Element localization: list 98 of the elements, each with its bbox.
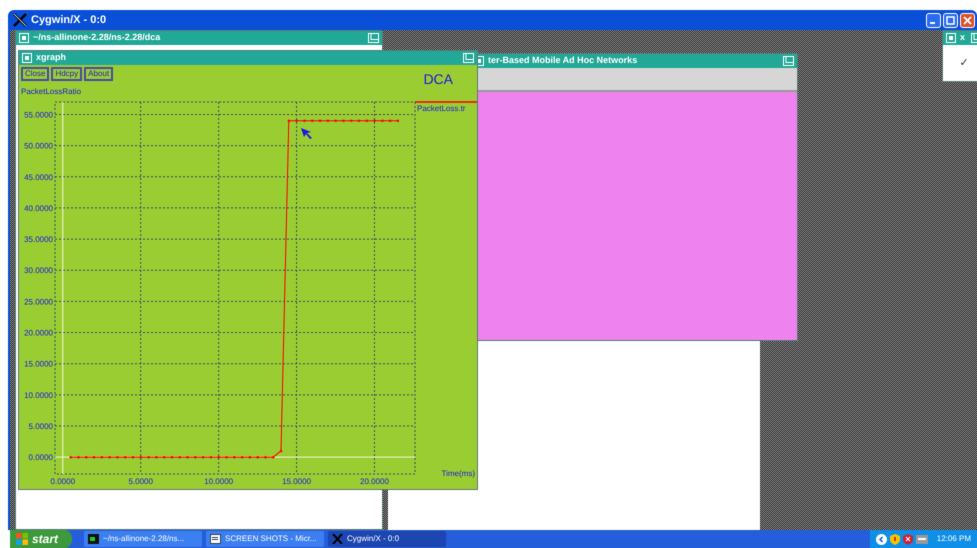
data-point (100, 456, 103, 458)
clock-face: ✓ (960, 56, 968, 71)
data-point (70, 456, 72, 458)
window-title: xgraph (36, 51, 66, 64)
clock-text: 12:06 PM (936, 533, 971, 545)
maximize-icon[interactable] (946, 16, 955, 24)
tick-label: 20.0000 (360, 477, 389, 486)
axis-label: PacketLossRatio (20, 86, 82, 98)
data-point (170, 456, 174, 458)
tick-label: 0.0000 (50, 477, 76, 486)
taskbar-button[interactable]: ~/ns-allinone-2.28/ns... (84, 531, 202, 547)
maximize-icon[interactable] (368, 33, 379, 43)
data-point (366, 120, 368, 122)
tick-label: 55.0000 (24, 110, 53, 120)
data-point (389, 120, 392, 122)
monitor-icon[interactable] (916, 534, 928, 544)
data-point (77, 456, 80, 458)
data-point (296, 120, 298, 122)
shield-icon[interactable] (890, 534, 900, 544)
data-point (396, 120, 400, 122)
data-point (373, 120, 376, 122)
tick-label: 10.0000 (24, 390, 53, 400)
document-icon (210, 534, 222, 544)
tick-label: 40.0000 (24, 204, 53, 213)
tick-label: 25.0000 (24, 297, 53, 306)
data-point (318, 120, 322, 122)
tick-label: 5.0000 (128, 477, 153, 486)
data-point (350, 120, 352, 122)
data-point (280, 450, 282, 452)
tick-label: 35.0000 (24, 235, 53, 244)
chart-title: DCA (423, 70, 453, 89)
toolbar-button[interactable]: Hdcpy (51, 67, 82, 81)
data-point (116, 456, 119, 458)
tick-label: 10.0000 (204, 477, 234, 486)
tick-label: 20.0000 (24, 328, 53, 338)
legend-line (415, 101, 477, 103)
data-point (194, 456, 196, 458)
window-title: x (960, 31, 966, 44)
data-point (358, 120, 360, 122)
x-logo-icon (332, 534, 344, 544)
data-point (264, 456, 267, 458)
tick-label: 15.0000 (282, 477, 312, 486)
data-point (132, 456, 134, 458)
data-point (241, 456, 244, 458)
tick-label: 45.0000 (24, 172, 53, 182)
window-title: ter-Based Mobile Ad Hoc Networks (488, 54, 638, 68)
data-point (85, 456, 88, 458)
data-point (272, 456, 274, 458)
data-point (303, 120, 306, 122)
toolbar-button[interactable]: Close (21, 67, 50, 81)
data-point (148, 456, 150, 458)
tick-label: 30.0000 (24, 266, 53, 276)
data-point (311, 120, 314, 122)
data-point (210, 456, 212, 458)
window-title: Cygwin/X - 0:0 (31, 12, 106, 28)
taskbar-button[interactable]: Cygwin/X - 0:0 (328, 531, 446, 547)
window-menu-icon[interactable] (946, 33, 956, 43)
maximize-button[interactable] (943, 12, 958, 28)
data-point (334, 120, 337, 122)
toolbar-button[interactable]: About (84, 67, 114, 81)
data-point (202, 456, 204, 458)
data-point (326, 120, 329, 122)
tick-label: 5.0000 (28, 422, 53, 432)
axis-label: Time(ms) (442, 469, 475, 478)
terminal-icon (88, 534, 100, 544)
minimize-button[interactable] (926, 12, 941, 28)
window-title: ~/ns-allinone-2.28/ns-2.28/dca (33, 31, 160, 44)
legend-label: PacketLoss.tr (417, 104, 466, 113)
data-point (124, 456, 126, 458)
tick-label: 50.0000 (24, 142, 53, 151)
pointer-icon (301, 128, 312, 139)
data-point (248, 456, 251, 458)
data-point (288, 120, 290, 122)
data-point (256, 456, 259, 458)
start-button[interactable]: start (10, 530, 72, 548)
data-point (108, 456, 111, 458)
chevron-icon[interactable] (876, 534, 887, 544)
data-point (381, 120, 384, 122)
close-button[interactable] (960, 12, 975, 28)
data-point (163, 456, 166, 458)
maximize-icon[interactable] (783, 56, 794, 66)
x-logo-icon (13, 13, 27, 27)
data-point (342, 120, 344, 122)
data-point (155, 456, 158, 458)
data-point (233, 456, 236, 458)
data-point (218, 456, 220, 458)
windows-logo-icon (16, 533, 28, 545)
tick-label: 0.0000 (28, 453, 53, 462)
data-point (178, 456, 181, 458)
taskbar-button[interactable]: SCREEN SHOTS - Micr... (206, 531, 324, 547)
data-point (186, 456, 189, 458)
close-icon[interactable] (963, 16, 972, 24)
tick-label: 15.0000 (24, 360, 53, 369)
data-point (140, 456, 142, 458)
maximize-icon[interactable] (463, 53, 474, 63)
data-point (225, 456, 228, 458)
data-point (92, 456, 96, 458)
shield-icon[interactable] (902, 534, 913, 544)
